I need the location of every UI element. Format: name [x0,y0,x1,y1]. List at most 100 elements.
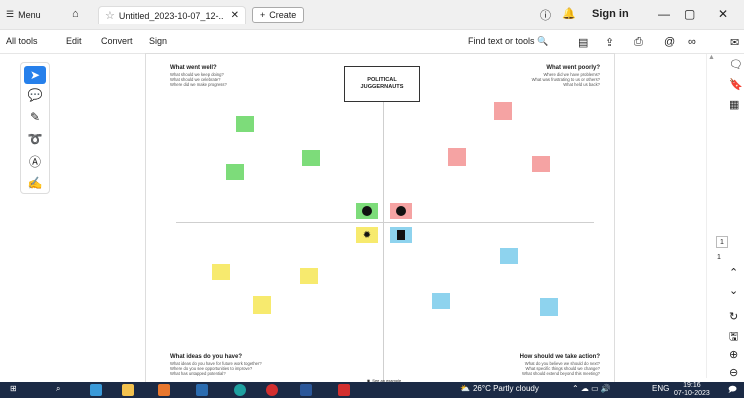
print-icon[interactable]: ⎙ [634,36,643,49]
left-tool-palette: ➤ 💬 ✎ ➰ Ⓐ ✍ [20,62,50,194]
upload-icon[interactable]: ⇪ [605,36,614,49]
sticky-note[interactable] [302,150,320,166]
zoom-out-icon[interactable]: ⊖ [729,366,738,379]
q4-heading: How should we take action? [519,354,600,360]
save-icon[interactable]: 🖫 [729,328,738,347]
comment-panel-icon[interactable]: 🗨 [729,58,743,71]
stamp-icon[interactable]: ✍ [21,172,49,194]
weather-widget[interactable]: ⛅ 26°C Partly cloudy [460,384,539,393]
q2-line: What held us back? [563,82,600,87]
plus-icon: + [260,10,266,20]
acrobat-icon[interactable] [338,384,350,396]
create-button[interactable]: + Create [252,7,305,23]
word-icon[interactable] [300,384,312,396]
windows-start-icon[interactable]: ⊞ [10,384,17,393]
title-bar: ☰ Menu ⌂ ☆ Untitled_2023-10-07_12-.. ✕ + Cre… [0,0,744,30]
quadrant-went-poorly: What went poorly? Where did we have prob… [500,64,600,87]
sticky-note[interactable] [212,264,230,280]
vertical-scrollbar[interactable]: ▲ [706,54,716,378]
page-view-icon[interactable]: ▤ [578,36,588,49]
minimize-icon[interactable]: — [658,7,670,21]
vertical-divider [383,80,384,382]
document-tab[interactable]: ☆ Untitled_2023-10-07_12-.. ✕ [98,6,246,24]
language-indicator[interactable]: ENG [652,384,669,393]
sticky-note[interactable] [540,298,558,316]
center-title-box[interactable]: POLITICAL JUGGERNAUTS [344,66,420,102]
bell-icon[interactable]: 🔔 [562,7,576,20]
app-icon[interactable] [158,384,170,396]
q1-heading: What went well? [170,65,217,71]
file-explorer-icon[interactable] [122,384,134,396]
menu-button[interactable]: ☰ Menu [6,9,41,20]
sticky-note[interactable] [532,156,550,172]
center-title: POLITICAL JUGGERNAUTS [360,77,404,90]
refresh-icon[interactable]: ↻ [729,310,738,323]
ai-assistant-icon[interactable]: @ [664,36,675,48]
close-window-icon[interactable]: ✕ [718,7,728,21]
scroll-up-icon[interactable]: ▲ [708,54,715,61]
edge-icon[interactable] [234,384,246,396]
sign-in-button[interactable]: Sign in [592,8,629,20]
find-text-button[interactable]: Find text or tools 🔍 [468,36,548,47]
star-icon[interactable]: ☆ [105,9,115,22]
sign-menu[interactable]: Sign [149,36,167,46]
right-rail: 🗨 🔖 ▦ ⌃ ⌄ ↻ 🖫 ⊕ ⊖ [728,54,744,379]
home-icon[interactable]: ⌂ [72,8,79,20]
horizontal-divider [176,222,594,223]
notification-icon[interactable]: 🗩 [728,384,737,398]
q3-line: What has untapped potential? [170,371,226,376]
q1-line: Where did we make progress? [170,82,227,87]
q4-line: What should extend beyond this meeting? [522,371,600,376]
chevron-down-icon[interactable]: ⌄ [729,284,738,297]
sticky-note[interactable] [300,268,318,284]
draw-icon[interactable]: ➰ [21,128,49,150]
sad-face-icon [390,203,412,219]
pinterest-icon[interactable] [266,384,278,396]
store-icon[interactable] [196,384,208,396]
tab-title: Untitled_2023-10-07_12-.. [118,10,224,21]
taskbar: ⊞ ⌕ ⛅ 26°C Partly cloudy ⌃ ☁ ▭ 🔊 ENG 19:1… [0,382,744,398]
help-icon[interactable]: ⓘ [540,7,551,23]
lightbulb-icon: ✹ [356,227,378,243]
search-icon: 🔍 [537,36,549,46]
q3-heading: What ideas do you have? [170,354,243,360]
link-icon[interactable]: ∞ [688,36,696,48]
sticky-note[interactable] [226,164,244,180]
current-page-field[interactable]: 1 [716,236,728,248]
q2-heading: What went poorly? [546,65,600,71]
quadrant-went-well: What went well? What should we keep doin… [170,64,227,87]
sticky-note[interactable] [432,293,450,309]
happy-face-icon [356,203,378,219]
taskview-icon[interactable] [90,384,102,396]
sticky-note[interactable] [236,116,254,132]
whiteboard-page [146,54,614,382]
chevron-up-icon[interactable]: ⌃ [729,266,738,279]
edit-menu[interactable]: Edit [66,36,82,46]
text-box-icon[interactable]: Ⓐ [21,150,49,172]
clock[interactable]: 19:16 07-10-2023 [674,382,710,398]
total-pages: 1 [717,254,721,261]
zoom-in-icon[interactable]: ⊕ [729,348,738,361]
system-tray-icons[interactable]: ⌃ ☁ ▭ 🔊 [572,384,611,393]
thumbnails-icon[interactable]: ▦ [729,98,739,111]
hamburger-icon: ☰ [6,9,15,19]
main-toolbar: All tools Edit Convert Sign Find text or… [0,30,744,54]
comment-icon[interactable]: 💬 [21,84,49,106]
taskbar-search-icon[interactable]: ⌕ [56,384,60,394]
sticky-note[interactable] [500,248,518,264]
maximize-icon[interactable]: ▢ [684,7,695,21]
mail-icon[interactable]: ✉ [730,36,739,49]
convert-menu[interactable]: Convert [101,36,133,46]
all-tools-menu[interactable]: All tools [6,36,38,46]
clipboard-icon [390,227,412,243]
quadrant-action: How should we take action? What do you b… [484,353,600,376]
pen-icon[interactable]: ✎ [21,106,49,128]
sticky-note[interactable] [448,148,466,166]
sticky-note[interactable] [253,296,271,314]
quadrant-ideas: What ideas do you have? What ideas do yo… [170,353,262,376]
select-cursor-icon[interactable]: ➤ [24,66,46,84]
weather-icon: ⛅ [460,384,470,393]
close-tab-icon[interactable]: ✕ [231,10,239,21]
bookmark-icon[interactable]: 🔖 [729,78,743,91]
sticky-note[interactable] [494,102,512,120]
